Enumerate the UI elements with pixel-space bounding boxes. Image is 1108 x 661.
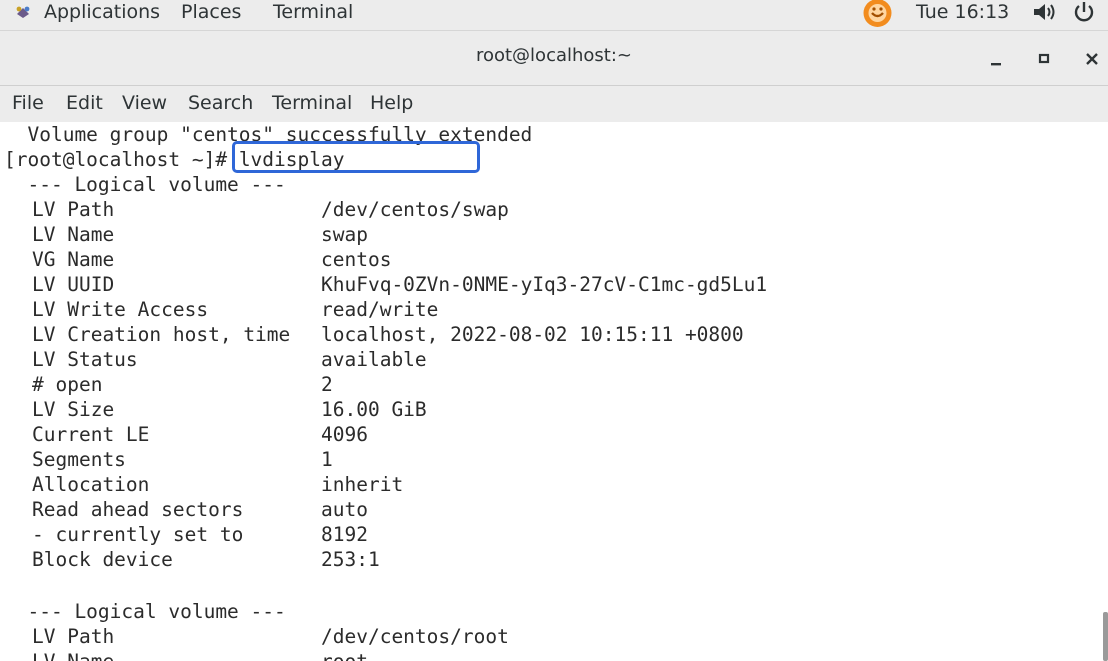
lv-property-label: VG Name bbox=[32, 248, 115, 271]
menu-file[interactable]: File bbox=[12, 92, 44, 114]
applications-menu[interactable]: Applications bbox=[44, 0, 160, 24]
lv-property-value: 16.00 GiB bbox=[321, 398, 427, 421]
lv-property-value: 4096 bbox=[321, 423, 368, 446]
clock-icon[interactable] bbox=[861, 0, 894, 28]
app-menu-icon[interactable] bbox=[14, 4, 32, 20]
window-title: root@localhost:~ bbox=[475, 45, 633, 66]
lv-property-value: /dev/centos/swap bbox=[321, 198, 509, 221]
menu-help[interactable]: Help bbox=[370, 92, 413, 114]
lv-property-value: 1 bbox=[321, 448, 333, 471]
lv-property-value: 2 bbox=[321, 373, 333, 396]
terminal-app-menu[interactable]: Terminal bbox=[273, 0, 353, 24]
lv-property-value: localhost, 2022-08-02 10:15:11 +0800 bbox=[321, 323, 744, 346]
lv-property-label: LV Path bbox=[32, 625, 115, 648]
lv-property-value: read/write bbox=[321, 298, 439, 321]
lv-property-label: LV Path bbox=[32, 198, 115, 221]
gnome-top-bar: Applications Places Terminal Tue 16:13 bbox=[0, 0, 1108, 31]
volume-icon[interactable] bbox=[1032, 2, 1056, 22]
lv-property-label: - currently set to bbox=[32, 523, 244, 546]
lv-property-label: LV Name bbox=[32, 649, 114, 661]
menu-view[interactable]: View bbox=[122, 92, 167, 114]
lv-property-label: LV Creation host, time bbox=[32, 323, 291, 346]
prompt-symbol: # bbox=[215, 148, 228, 171]
lv-property-value: /dev/centos/root bbox=[321, 625, 509, 648]
lv-property-value: swap bbox=[321, 223, 368, 246]
terminal-output[interactable]: Volume group "centos" successfully exten… bbox=[0, 122, 1108, 661]
shell-prompt: [root@localhost ~] bbox=[4, 148, 216, 171]
window-titlebar[interactable]: root@localhost:~ bbox=[0, 31, 1108, 86]
power-icon[interactable] bbox=[1073, 1, 1095, 23]
maximize-button[interactable] bbox=[1031, 46, 1057, 72]
menu-terminal[interactable]: Terminal bbox=[272, 92, 352, 114]
section-header: --- Logical volume --- bbox=[4, 173, 286, 196]
lv-property-label: Current LE bbox=[32, 423, 150, 446]
lv-property-value: KhuFvq-0ZVn-0NME-yIq3-27cV-C1mc-gd5Lu1 bbox=[321, 273, 768, 296]
menu-edit[interactable]: Edit bbox=[66, 92, 103, 114]
lv-property-label: LV Name bbox=[32, 223, 115, 246]
lv-property-label: # open bbox=[32, 373, 103, 396]
lv-property-value: available bbox=[321, 348, 427, 371]
close-button[interactable] bbox=[1079, 46, 1105, 72]
lv-property-value: auto bbox=[321, 498, 368, 521]
clock-label[interactable]: Tue 16:13 bbox=[916, 0, 1009, 24]
places-menu[interactable]: Places bbox=[181, 0, 241, 24]
lv-property-label: Block device bbox=[32, 548, 173, 571]
menu-search[interactable]: Search bbox=[188, 92, 253, 114]
scrollbar[interactable] bbox=[1103, 612, 1108, 661]
lv-property-value: 8192 bbox=[321, 523, 368, 546]
lv-property-label: LV Status bbox=[32, 348, 138, 371]
lv-property-value: root bbox=[321, 649, 368, 661]
lv-property-label: LV Write Access bbox=[32, 298, 209, 321]
lv-property-label: LV UUID bbox=[32, 273, 115, 296]
lv-property-label: Segments bbox=[32, 448, 126, 471]
lv-property-label: Read ahead sectors bbox=[32, 498, 244, 521]
section-header: --- Logical volume --- bbox=[4, 600, 286, 623]
lv-property-value: inherit bbox=[321, 473, 404, 496]
lv-property-value: 253:1 bbox=[321, 548, 380, 571]
lv-property-value: centos bbox=[321, 248, 392, 271]
terminal-menubar: File Edit View Search Terminal Help bbox=[0, 86, 1108, 122]
minimize-button[interactable] bbox=[983, 46, 1009, 72]
lv-property-label: Allocation bbox=[32, 473, 150, 496]
command-highlight-box bbox=[232, 141, 480, 173]
lv-property-label: LV Size bbox=[32, 398, 115, 421]
